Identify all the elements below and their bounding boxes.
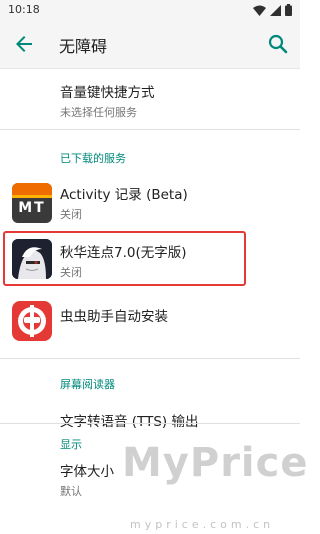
settings-list[interactable]: 音量键快捷方式 未选择任何服务 已下载的服务 MT Activity 记录 (B… bbox=[0, 69, 300, 534]
list-item-volume-shortcut[interactable]: 音量键快捷方式 未选择任何服务 bbox=[0, 73, 300, 123]
list-item-title: 字体大小 bbox=[60, 464, 114, 480]
section-header-downloaded: 已下载的服务 bbox=[60, 152, 126, 165]
status-time: 10:18 bbox=[8, 3, 40, 16]
back-arrow-icon[interactable] bbox=[12, 32, 36, 56]
list-item-subtitle: 关闭 bbox=[60, 208, 82, 221]
mt-icon-text: MT bbox=[18, 200, 46, 216]
divider bbox=[0, 423, 300, 424]
page-title: 无障碍 bbox=[59, 37, 108, 56]
battery-icon bbox=[285, 4, 292, 16]
highlight-frame bbox=[3, 231, 246, 286]
list-item-subtitle: 默认 bbox=[60, 485, 82, 498]
list-item-title: Activity 记录 (Beta) bbox=[60, 187, 188, 203]
status-icons bbox=[253, 4, 292, 16]
cellular-signal-icon bbox=[270, 4, 281, 16]
list-item-subtitle: 未选择任何服务 bbox=[60, 106, 137, 119]
wifi-icon bbox=[253, 5, 266, 16]
list-item-font-size[interactable]: 字体大小 默认 bbox=[0, 457, 300, 507]
divider bbox=[0, 129, 300, 130]
section-header-screen-reader: 屏幕阅读器 bbox=[60, 378, 115, 391]
divider bbox=[0, 358, 300, 359]
mt-app-icon: MT bbox=[12, 183, 52, 223]
section-header-display: 显示 bbox=[60, 438, 82, 451]
app-bar: 无障碍 bbox=[0, 20, 300, 69]
list-item-chongchong-installer[interactable]: 虫虫助手自动安装 bbox=[0, 293, 300, 349]
list-item-title: 文字转语音 (TTS) 输出 bbox=[60, 414, 199, 430]
search-icon[interactable] bbox=[266, 32, 290, 56]
status-bar: 10:18 bbox=[0, 0, 300, 20]
list-item-title: 音量键快捷方式 bbox=[60, 85, 155, 101]
list-item-title: 虫虫助手自动安装 bbox=[60, 309, 168, 325]
list-item-activity-record[interactable]: MT Activity 记录 (Beta) 关闭 bbox=[0, 175, 300, 227]
chongchong-app-icon bbox=[12, 301, 52, 341]
